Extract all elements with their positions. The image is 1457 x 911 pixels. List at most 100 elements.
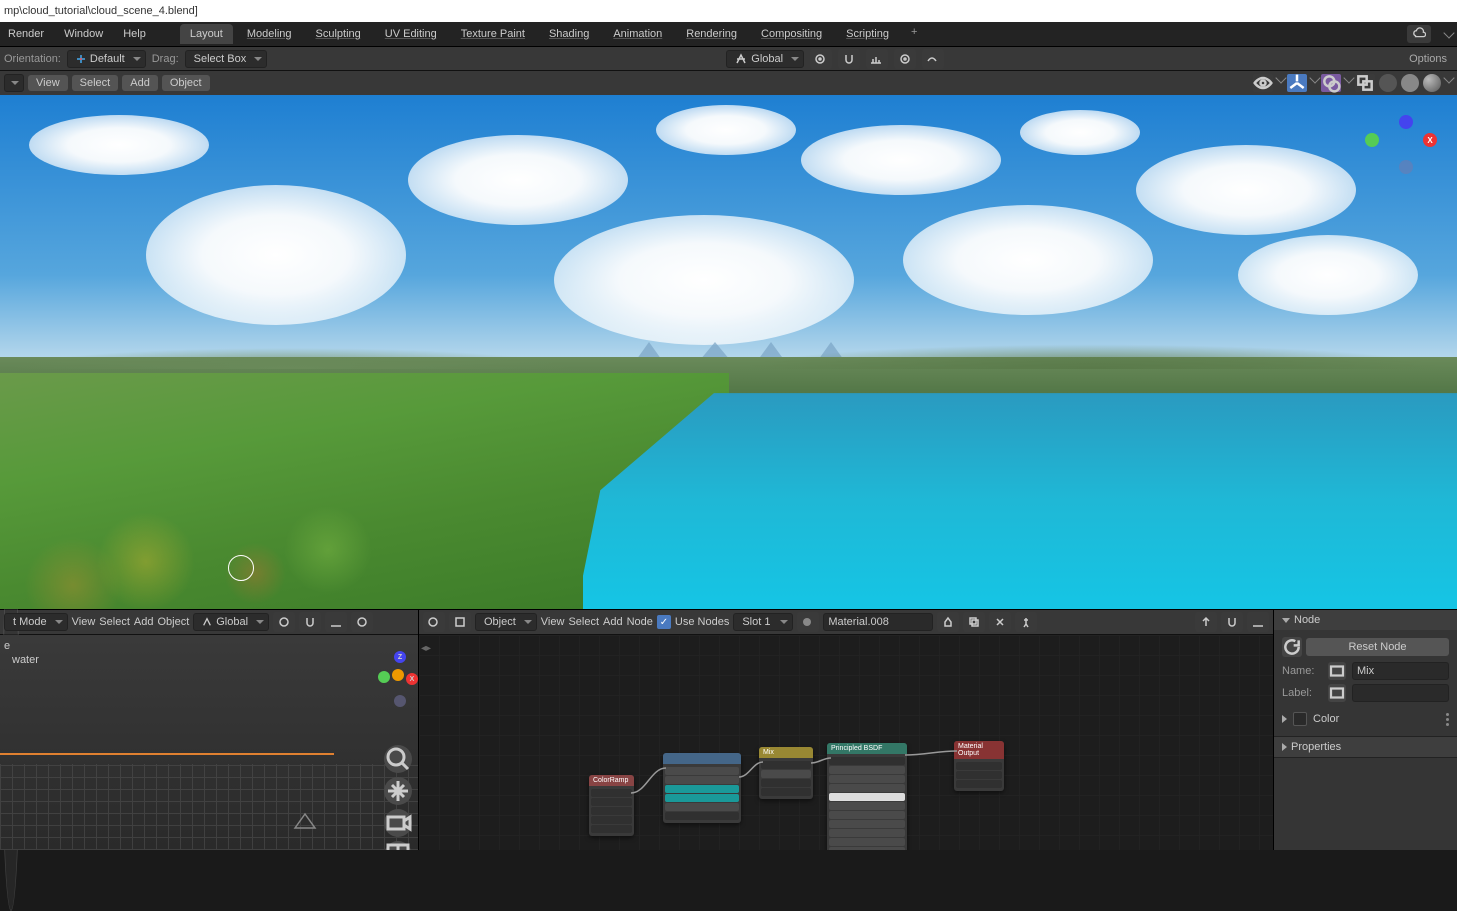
shader-object-dropdown[interactable]: Object: [475, 613, 537, 631]
editor-type-dropdown[interactable]: [4, 74, 24, 92]
use-nodes-checkbox[interactable]: [657, 615, 671, 629]
slot-dropdown[interactable]: Slot 1: [733, 613, 793, 631]
chevron-down-icon[interactable]: [1443, 27, 1454, 38]
material-name-field[interactable]: Material.008: [823, 613, 933, 631]
tab-sculpting[interactable]: Sculpting: [306, 24, 371, 44]
shading-material[interactable]: [1401, 74, 1419, 92]
chevron-down-icon[interactable]: [1443, 72, 1454, 83]
node-color-ramp[interactable]: ColorRamp: [589, 775, 634, 836]
proportional-dropdown[interactable]: [922, 49, 944, 69]
menu-window[interactable]: Window: [60, 26, 107, 42]
overlay-icon[interactable]: [1321, 74, 1341, 92]
mode-dropdown[interactable]: t Mode: [4, 613, 68, 631]
add-menu[interactable]: Add: [603, 616, 623, 628]
y-axis-ball[interactable]: [1365, 133, 1379, 147]
menu-help[interactable]: Help: [119, 26, 150, 42]
x-axis-ball[interactable]: X: [1423, 133, 1437, 147]
snap-toggle[interactable]: [299, 612, 321, 632]
refresh-icon[interactable]: [1282, 637, 1302, 657]
unlink-icon[interactable]: [989, 612, 1011, 632]
tab-layout[interactable]: Layout: [180, 24, 233, 44]
options-button[interactable]: Options: [1403, 53, 1453, 65]
add-menu[interactable]: Add: [122, 75, 158, 91]
tab-uv[interactable]: UV Editing: [375, 24, 447, 44]
snap-dropdown[interactable]: [866, 49, 888, 69]
arrow-up-icon[interactable]: [1195, 612, 1217, 632]
material-browse-icon[interactable]: [797, 612, 819, 632]
menu-dots-icon[interactable]: [1446, 713, 1449, 726]
tab-scripting[interactable]: Scripting: [836, 24, 899, 44]
neg-z-ball[interactable]: [1399, 160, 1413, 174]
chevron-down-icon[interactable]: [1343, 72, 1354, 83]
transform-space-dropdown[interactable]: Global: [193, 613, 269, 631]
proportional-toggle[interactable]: [351, 612, 373, 632]
tab-compositing[interactable]: Compositing: [751, 24, 832, 44]
editor-type-dropdown[interactable]: [423, 612, 445, 632]
triangle-right-icon[interactable]: [1282, 715, 1287, 723]
edit-3d-viewport[interactable]: e water Z X: [0, 635, 418, 850]
collapse-arrows-icon[interactable]: ◂▸: [421, 643, 431, 654]
tab-rendering[interactable]: Rendering: [676, 24, 747, 44]
camera-view-icon[interactable]: [384, 809, 412, 837]
proportional-toggle[interactable]: [894, 49, 916, 69]
pan-icon[interactable]: [384, 777, 412, 805]
tab-shading[interactable]: Shading: [539, 24, 599, 44]
view-menu[interactable]: View: [28, 75, 68, 91]
navigation-gizmo[interactable]: X: [1377, 115, 1437, 175]
properties-panel-header[interactable]: Properties: [1274, 737, 1457, 757]
snap-node-icon[interactable]: [1221, 612, 1243, 632]
orientation-dropdown[interactable]: Default: [67, 50, 146, 68]
pivot-dropdown[interactable]: [273, 612, 295, 632]
node-type-icon: [1328, 662, 1346, 680]
z-axis-ball[interactable]: [1399, 115, 1413, 129]
shader-type-icon[interactable]: [449, 612, 471, 632]
object-menu[interactable]: Object: [157, 616, 189, 628]
chevron-down-icon[interactable]: [1309, 72, 1320, 83]
node-canvas[interactable]: ◂▸ ColorRamp Mix Principled BSDF Materia…: [419, 635, 1273, 850]
label-input[interactable]: [1352, 684, 1449, 702]
snap-dropdown[interactable]: [325, 612, 347, 632]
perspective-icon[interactable]: [384, 841, 412, 850]
node-mix[interactable]: Mix: [759, 747, 813, 799]
xray-icon[interactable]: [1355, 74, 1375, 92]
view-menu[interactable]: View: [541, 616, 565, 628]
add-menu[interactable]: Add: [134, 616, 154, 628]
cloud-sync-icon[interactable]: [1407, 25, 1431, 43]
node-menu[interactable]: Node: [627, 616, 653, 628]
shading-rendered[interactable]: [1423, 74, 1441, 92]
node-snap-dropdown[interactable]: [1247, 612, 1269, 632]
view-menu[interactable]: View: [72, 616, 96, 628]
gizmo-icon[interactable]: [1287, 74, 1307, 92]
shading-solid[interactable]: [1379, 74, 1397, 92]
tab-modeling[interactable]: Modeling: [237, 24, 302, 44]
tab-texpaint[interactable]: Texture Paint: [451, 24, 535, 44]
add-workspace-button[interactable]: +: [903, 24, 925, 44]
drag-dropdown[interactable]: Select Box: [185, 50, 268, 68]
transform-space-dropdown[interactable]: Global: [726, 50, 804, 68]
visibility-icon[interactable]: [1253, 74, 1273, 92]
color-checkbox[interactable]: [1293, 712, 1307, 726]
snap-toggle[interactable]: [838, 49, 860, 69]
select-menu[interactable]: Select: [568, 616, 599, 628]
zoom-icon[interactable]: [384, 745, 412, 773]
tab-animation[interactable]: Animation: [603, 24, 672, 44]
node-material-output[interactable]: Material Output: [954, 741, 1004, 791]
viewport-nav-buttons: [384, 745, 412, 850]
node-principled-bsdf[interactable]: Principled BSDF: [827, 743, 907, 850]
chevron-down-icon[interactable]: [1275, 72, 1286, 83]
drag-label: Drag:: [152, 53, 179, 65]
reset-node-button[interactable]: Reset Node: [1306, 638, 1449, 656]
duplicate-icon[interactable]: [963, 612, 985, 632]
object-menu[interactable]: Object: [162, 75, 210, 91]
menu-render[interactable]: Render: [4, 26, 48, 42]
pivot-dropdown[interactable]: [810, 49, 832, 69]
name-label: Name:: [1282, 665, 1322, 677]
select-menu[interactable]: Select: [72, 75, 119, 91]
pin-icon[interactable]: [1015, 612, 1037, 632]
name-input[interactable]: Mix: [1352, 662, 1449, 680]
node-texture[interactable]: [663, 753, 741, 823]
node-panel-header[interactable]: Node: [1274, 610, 1457, 630]
select-menu[interactable]: Select: [99, 616, 130, 628]
fake-user-icon[interactable]: [937, 612, 959, 632]
3d-viewport[interactable]: X: [0, 95, 1457, 609]
